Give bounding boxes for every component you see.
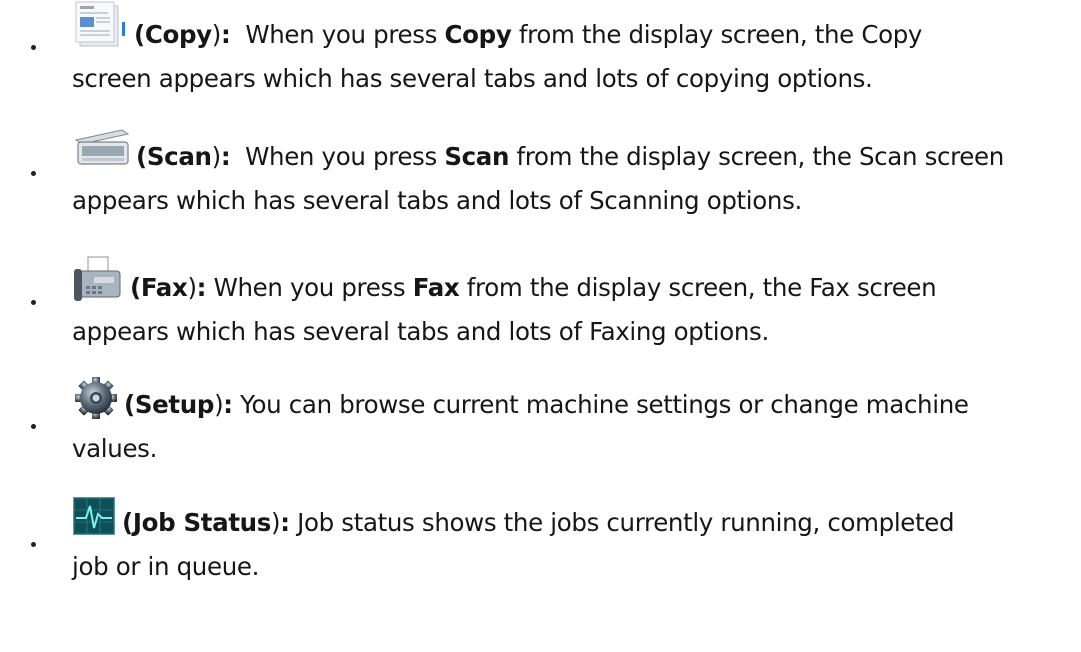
term-paren-close: ) <box>271 508 281 537</box>
item-text: (Scan): When you press Scan from the dis… <box>72 124 1072 223</box>
body-text-a: When you press <box>230 142 445 171</box>
item-text: (Fax): When you press Fax from the displ… <box>72 255 1072 354</box>
bullet <box>31 171 36 176</box>
body-bold-word: Fax <box>412 273 460 302</box>
body-text-b: from the display screen, the Copy <box>511 20 923 49</box>
term-paren-open: ( <box>130 273 141 302</box>
body-bold-word: Scan <box>444 142 510 171</box>
term-colon: : <box>220 142 231 171</box>
term-paren-close: ) <box>211 142 222 171</box>
body-line-2: appears which has several tabs and lots … <box>72 317 769 346</box>
job-status-monitor-icon <box>72 496 118 538</box>
term-label: Copy <box>144 20 212 49</box>
term-label: Setup <box>134 390 215 419</box>
bullet <box>31 542 36 547</box>
document-page: (Copy): When you press Copy from the dis… <box>0 0 1081 652</box>
setup-gear-icon <box>72 376 120 420</box>
body-text-a: You can browse current machine settings … <box>232 390 969 419</box>
item-text: (Job Status): Job status shows the jobs … <box>72 496 1072 589</box>
term-colon: : <box>196 273 207 302</box>
term-paren-open: ( <box>124 390 135 419</box>
bullet <box>31 424 36 429</box>
term-paren-open: ( <box>136 142 147 171</box>
item-text: (Setup): You can browse current machine … <box>72 376 1072 471</box>
body-line-2: values. <box>72 434 158 463</box>
body-line-2: job or in queue. <box>72 552 260 581</box>
body-line-2: appears which has several tabs and lots … <box>72 186 802 215</box>
body-line-2: screen appears which has several tabs an… <box>72 64 873 93</box>
bullet <box>31 45 36 50</box>
bullet <box>31 300 36 305</box>
body-text-a: When you press <box>206 273 413 302</box>
body-bold-word: Copy <box>444 20 512 49</box>
term-label: Fax <box>140 273 188 302</box>
body-text-b: from the display screen, the Fax screen <box>459 273 937 302</box>
term-paren-close: ) <box>211 20 222 49</box>
term-label: Job Status <box>132 508 272 537</box>
term-colon: : <box>223 390 233 419</box>
term-paren-close: ) <box>187 273 197 302</box>
fax-machine-icon <box>72 255 126 303</box>
item-text: (Copy): When you press Copy from the dis… <box>72 0 1072 101</box>
copy-document-icon <box>72 0 130 50</box>
term-label: Scan <box>146 142 212 171</box>
body-text-b: from the display screen, the Scan screen <box>509 142 1005 171</box>
body-text-a: When you press <box>230 20 445 49</box>
term-paren-close: ) <box>214 390 224 419</box>
term-paren-open: ( <box>122 508 133 537</box>
term-paren-open: ( <box>134 20 145 49</box>
body-text-a: Job status shows the jobs currently runn… <box>289 508 955 537</box>
scanner-icon <box>72 124 132 172</box>
term-colon: : <box>280 508 290 537</box>
